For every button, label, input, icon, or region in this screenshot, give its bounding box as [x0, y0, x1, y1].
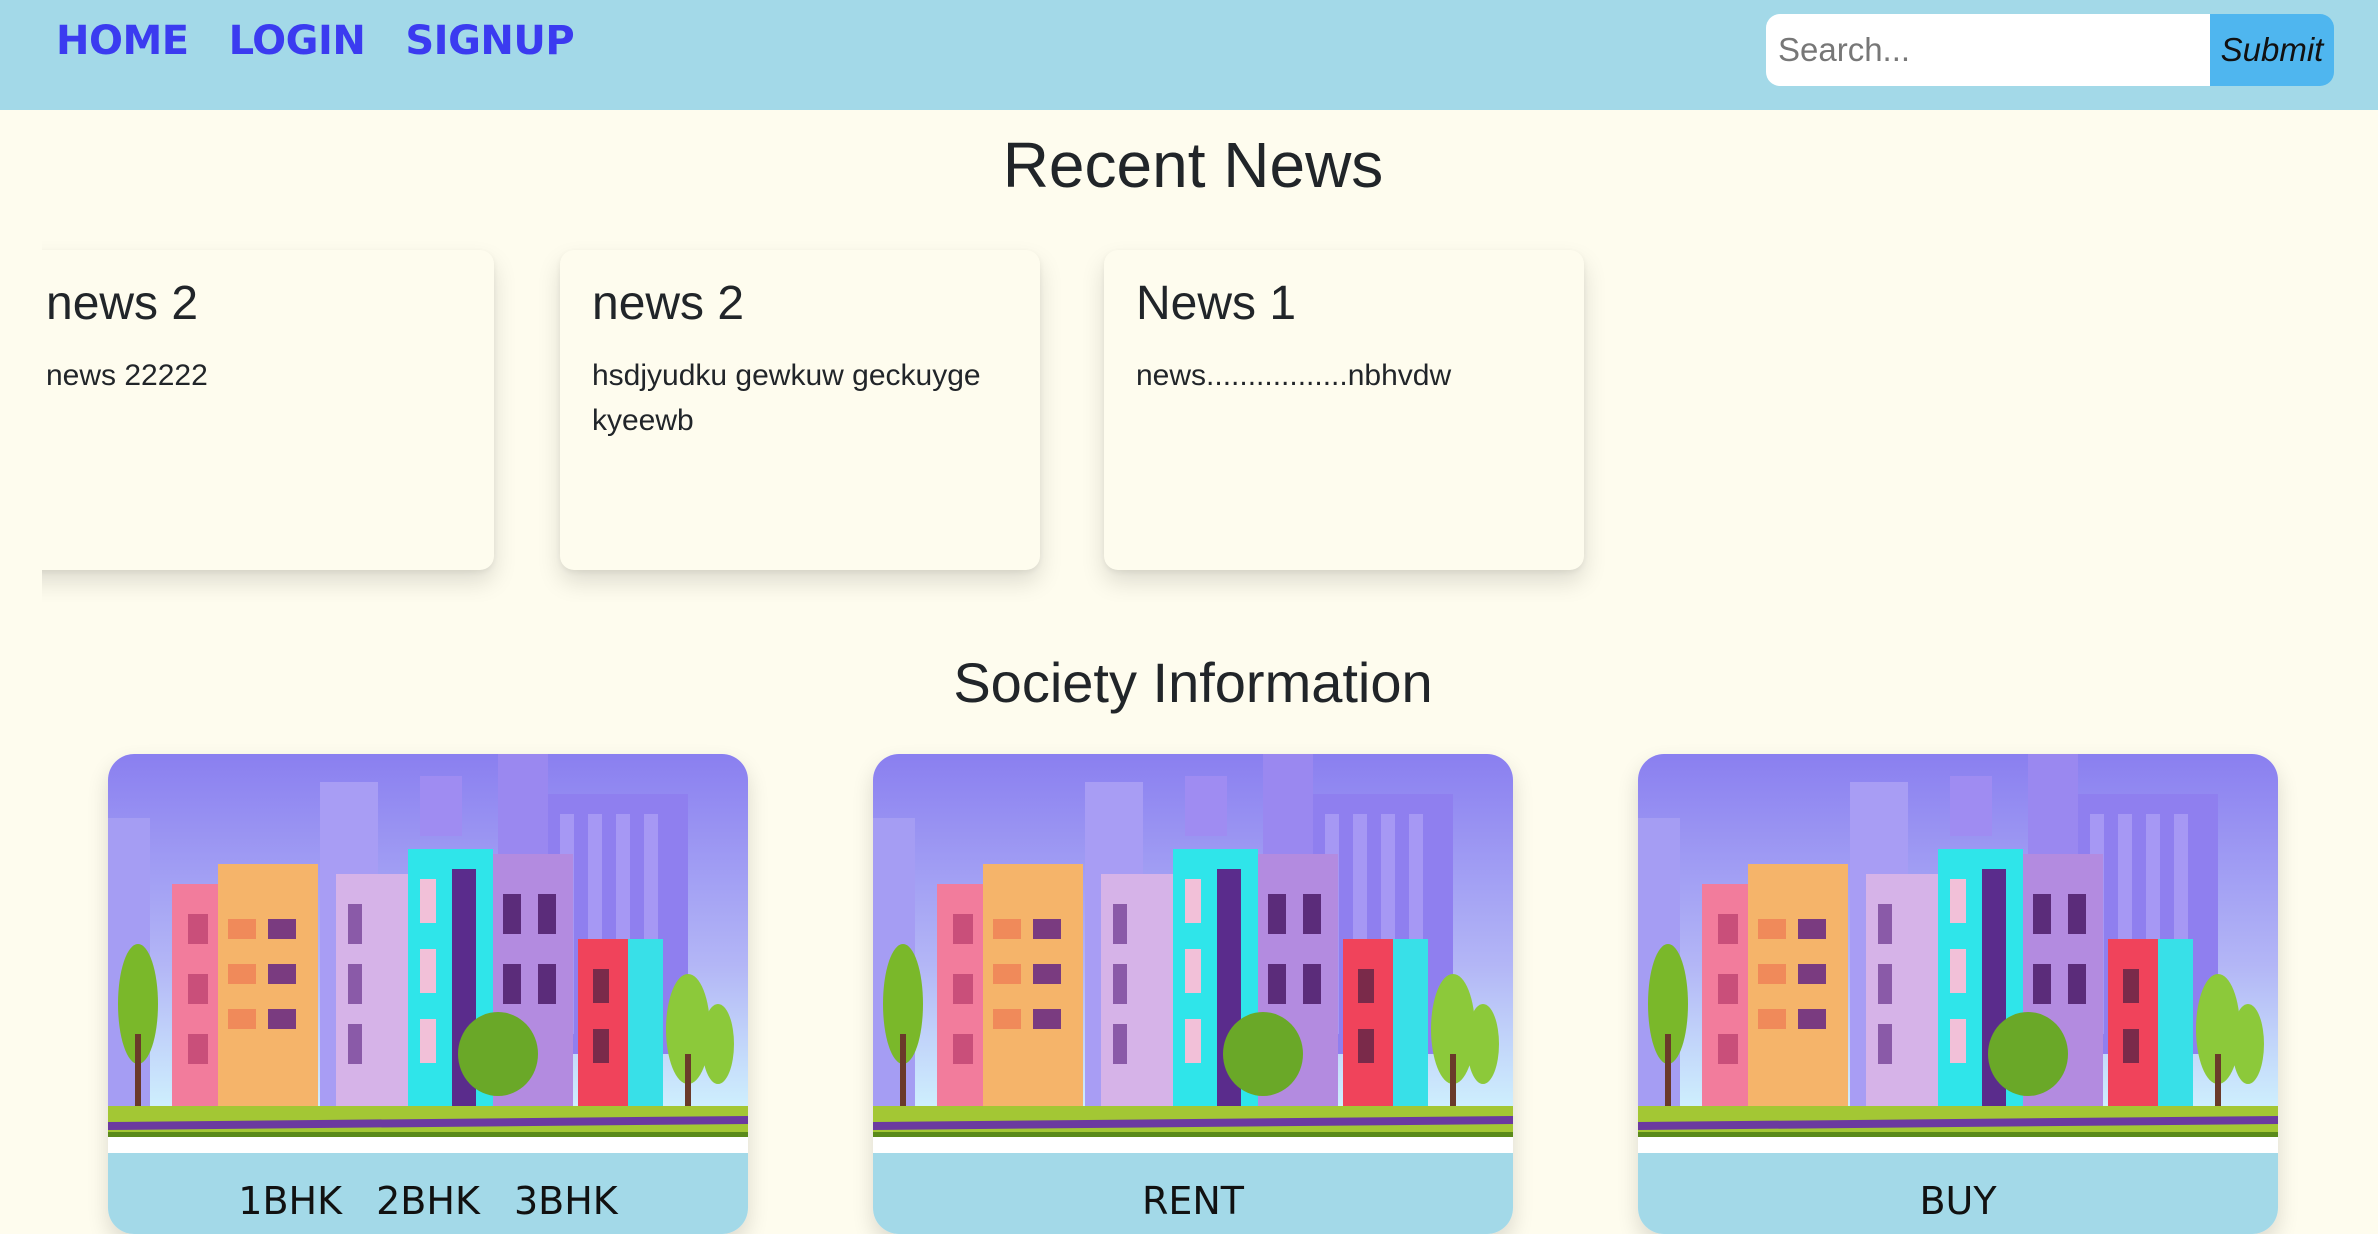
- society-information-heading: Society Information: [953, 651, 1433, 714]
- news-card-title: news 2: [592, 277, 745, 330]
- city-buildings-image: [1638, 754, 2278, 1137]
- news-card-body: news 22222: [46, 358, 208, 392]
- submit-button[interactable]: Submit: [2210, 14, 2334, 86]
- news-card: news 2 hsdjyudku gewkuw geckuyge kyeewb: [560, 250, 1040, 570]
- option-2bhk[interactable]: 2BHK: [376, 1179, 480, 1223]
- society-card-rent[interactable]: RENT: [873, 754, 1513, 1234]
- society-card-label: RENT: [1134, 1179, 1252, 1223]
- society-card-bhk[interactable]: 1BHK 2BHK 3BHK: [108, 754, 748, 1234]
- nav-link-home[interactable]: HOME: [56, 18, 189, 64]
- city-buildings-image: [108, 754, 748, 1137]
- nav-link-login[interactable]: LOGIN: [229, 18, 366, 64]
- society-card-label: 1BHK 2BHK 3BHK: [230, 1179, 625, 1223]
- society-card-footer: 1BHK 2BHK 3BHK: [108, 1153, 748, 1234]
- news-carousel[interactable]: news 2 news 22222 news 2 hsdjyudku gewku…: [42, 240, 1644, 602]
- society-card-label: BUY: [1911, 1179, 2004, 1223]
- news-card-title: News 1: [1136, 277, 1297, 330]
- option-buy[interactable]: BUY: [1919, 1179, 1996, 1223]
- navbar: HOME LOGIN SIGNUP Submit: [0, 0, 2378, 110]
- option-1bhk[interactable]: 1BHK: [238, 1179, 342, 1223]
- society-card-footer: BUY: [1638, 1153, 2278, 1234]
- society-card-buy[interactable]: BUY: [1638, 754, 2278, 1234]
- news-card-body: news.................nbhvdw: [1136, 358, 1452, 392]
- society-card-footer: RENT: [873, 1153, 1513, 1234]
- search-form: Submit: [1766, 14, 2334, 86]
- search-input[interactable]: [1766, 14, 2210, 86]
- option-rent[interactable]: RENT: [1142, 1179, 1244, 1223]
- nav-link-signup[interactable]: SIGNUP: [405, 18, 574, 64]
- news-card-title: news 2: [46, 277, 199, 330]
- news-card: news 2 news 22222: [42, 250, 494, 570]
- nav-links: HOME LOGIN SIGNUP: [56, 18, 575, 64]
- news-card-body: hsdjyudku gewkuw geckuyge kyeewb: [592, 358, 981, 437]
- city-buildings-image: [873, 754, 1513, 1137]
- option-3bhk[interactable]: 3BHK: [514, 1179, 618, 1223]
- news-card: News 1 news.................nbhvdw: [1104, 250, 1584, 570]
- recent-news-heading: Recent News: [1002, 129, 1384, 201]
